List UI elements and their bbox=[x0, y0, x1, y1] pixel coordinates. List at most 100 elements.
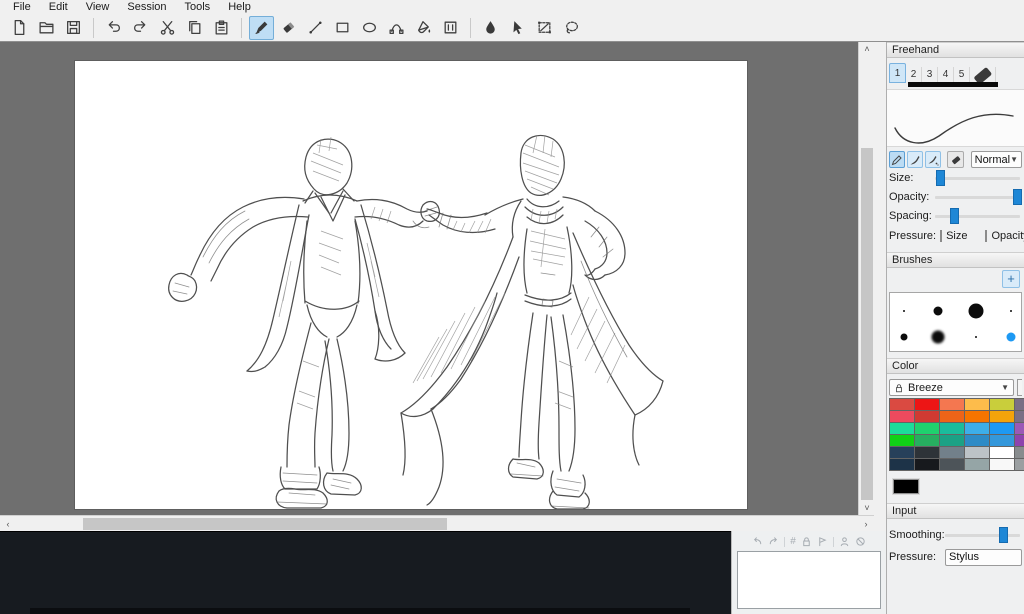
rectangle-tool-button[interactable] bbox=[330, 16, 355, 40]
hash-icon[interactable]: # bbox=[790, 536, 796, 547]
color-swatch[interactable] bbox=[915, 411, 939, 422]
color-swatch[interactable] bbox=[1015, 399, 1024, 410]
color-swatch[interactable] bbox=[890, 447, 914, 458]
color-swatch[interactable] bbox=[940, 447, 964, 458]
color-swatch[interactable] bbox=[890, 459, 914, 470]
menu-session[interactable]: Session bbox=[118, 0, 175, 14]
color-swatch[interactable] bbox=[965, 459, 989, 470]
color-swatch[interactable] bbox=[965, 435, 989, 446]
menu-tools[interactable]: Tools bbox=[176, 0, 220, 14]
smoothing-slider-handle[interactable] bbox=[999, 527, 1008, 543]
color-swatch[interactable] bbox=[990, 399, 1014, 410]
color-swatch[interactable] bbox=[990, 447, 1014, 458]
color-swatch[interactable] bbox=[890, 423, 914, 434]
color-swatch[interactable] bbox=[1015, 411, 1024, 422]
brush-preset[interactable] bbox=[975, 336, 977, 338]
color-swatch[interactable] bbox=[940, 459, 964, 470]
freehand-tool-button[interactable] bbox=[249, 16, 274, 40]
scroll-left-arrow[interactable]: ‹ bbox=[0, 516, 16, 532]
eraser-mode-button[interactable] bbox=[947, 151, 963, 168]
color-swatch[interactable] bbox=[1015, 423, 1024, 434]
pressure-opacity-checkbox[interactable] bbox=[985, 230, 987, 242]
opacity-slider[interactable] bbox=[935, 196, 1020, 199]
laser-pointer-tool-button[interactable] bbox=[505, 16, 530, 40]
rect-select-tool-button[interactable] bbox=[532, 16, 557, 40]
redo-small-icon[interactable] bbox=[768, 536, 779, 547]
brush-slot-eraser-tab[interactable] bbox=[970, 67, 996, 83]
horizontal-scrollbar[interactable]: ‹ › bbox=[0, 515, 874, 531]
pressure-mode-select[interactable]: Stylus bbox=[945, 549, 1022, 566]
brush-preset[interactable] bbox=[932, 331, 945, 344]
lasso-select-tool-button[interactable] bbox=[559, 16, 584, 40]
chat-input[interactable] bbox=[30, 608, 690, 614]
undo-button[interactable] bbox=[101, 16, 126, 40]
save-file-button[interactable] bbox=[61, 16, 86, 40]
color-swatch[interactable] bbox=[1015, 447, 1024, 458]
brush-preset[interactable] bbox=[901, 334, 908, 341]
color-swatch[interactable] bbox=[965, 411, 989, 422]
color-dock-header[interactable]: Color bbox=[887, 358, 1024, 374]
eraser-tool-button[interactable] bbox=[276, 16, 301, 40]
brush-slot-5[interactable]: 5 bbox=[954, 67, 970, 83]
brush-mode-button[interactable] bbox=[907, 151, 923, 168]
size-slider[interactable] bbox=[935, 177, 1020, 180]
color-swatch[interactable] bbox=[1015, 435, 1024, 446]
spacing-slider-handle[interactable] bbox=[950, 208, 959, 224]
brush-slot-3[interactable]: 3 bbox=[922, 67, 938, 83]
open-file-button[interactable] bbox=[34, 16, 59, 40]
menu-file[interactable]: File bbox=[4, 0, 40, 14]
palette-extra-button[interactable] bbox=[1017, 379, 1022, 396]
pressure-size-checkbox[interactable] bbox=[940, 230, 942, 242]
smoothing-slider[interactable] bbox=[945, 534, 1020, 537]
palette-select[interactable]: Breeze ▼ bbox=[889, 379, 1014, 396]
brushes-dock-header[interactable]: Brushes bbox=[887, 252, 1024, 268]
pressure-brush-mode-button[interactable] bbox=[925, 151, 941, 168]
color-swatch[interactable] bbox=[940, 399, 964, 410]
annotation-tool-button[interactable] bbox=[438, 16, 463, 40]
scroll-down-arrow[interactable]: ˅ bbox=[859, 501, 875, 515]
brush-preset[interactable] bbox=[903, 310, 905, 312]
bezier-tool-button[interactable] bbox=[384, 16, 409, 40]
input-dock-header[interactable]: Input bbox=[887, 503, 1024, 519]
block-icon[interactable] bbox=[855, 536, 866, 547]
brush-slot-1[interactable]: 1 bbox=[889, 63, 906, 83]
menu-help[interactable]: Help bbox=[219, 0, 260, 14]
current-color-swatch[interactable] bbox=[893, 479, 919, 494]
color-swatch[interactable] bbox=[965, 423, 989, 434]
color-swatch[interactable] bbox=[915, 459, 939, 470]
brush-slot-4[interactable]: 4 bbox=[938, 67, 954, 83]
canvas-viewport[interactable] bbox=[0, 42, 858, 515]
opacity-slider-handle[interactable] bbox=[1013, 189, 1022, 205]
user-icon[interactable] bbox=[839, 536, 850, 547]
color-swatch[interactable] bbox=[915, 399, 939, 410]
chat-area[interactable] bbox=[0, 531, 731, 614]
brush-preset[interactable] bbox=[969, 304, 984, 319]
color-swatch[interactable] bbox=[940, 435, 964, 446]
brush-preset[interactable] bbox=[934, 307, 943, 316]
color-swatch[interactable] bbox=[915, 423, 939, 434]
scroll-right-arrow[interactable]: › bbox=[858, 516, 874, 532]
add-brush-button[interactable]: + bbox=[1002, 270, 1020, 288]
color-swatch[interactable] bbox=[890, 435, 914, 446]
blend-mode-select[interactable]: Normal▼ bbox=[971, 151, 1022, 168]
color-swatch[interactable] bbox=[940, 411, 964, 422]
brush-preset-grid[interactable] bbox=[889, 292, 1022, 352]
color-swatch[interactable] bbox=[915, 435, 939, 446]
color-swatch[interactable] bbox=[915, 447, 939, 458]
vertical-scroll-thumb[interactable] bbox=[861, 148, 873, 500]
size-slider-handle[interactable] bbox=[936, 170, 945, 186]
color-swatch[interactable] bbox=[965, 399, 989, 410]
copy-button[interactable] bbox=[182, 16, 207, 40]
cut-button[interactable] bbox=[155, 16, 180, 40]
spacing-slider[interactable] bbox=[935, 215, 1020, 218]
brush-preset[interactable] bbox=[1007, 333, 1016, 342]
new-file-button[interactable] bbox=[7, 16, 32, 40]
notice-box[interactable] bbox=[737, 551, 881, 609]
horizontal-scroll-thumb[interactable] bbox=[83, 518, 447, 530]
paste-button[interactable] bbox=[209, 16, 234, 40]
brush-slot-2[interactable]: 2 bbox=[906, 67, 922, 83]
color-swatch[interactable] bbox=[990, 459, 1014, 470]
color-swatch[interactable] bbox=[990, 423, 1014, 434]
color-swatch[interactable] bbox=[990, 411, 1014, 422]
freehand-dock-header[interactable]: Freehand bbox=[887, 42, 1024, 58]
